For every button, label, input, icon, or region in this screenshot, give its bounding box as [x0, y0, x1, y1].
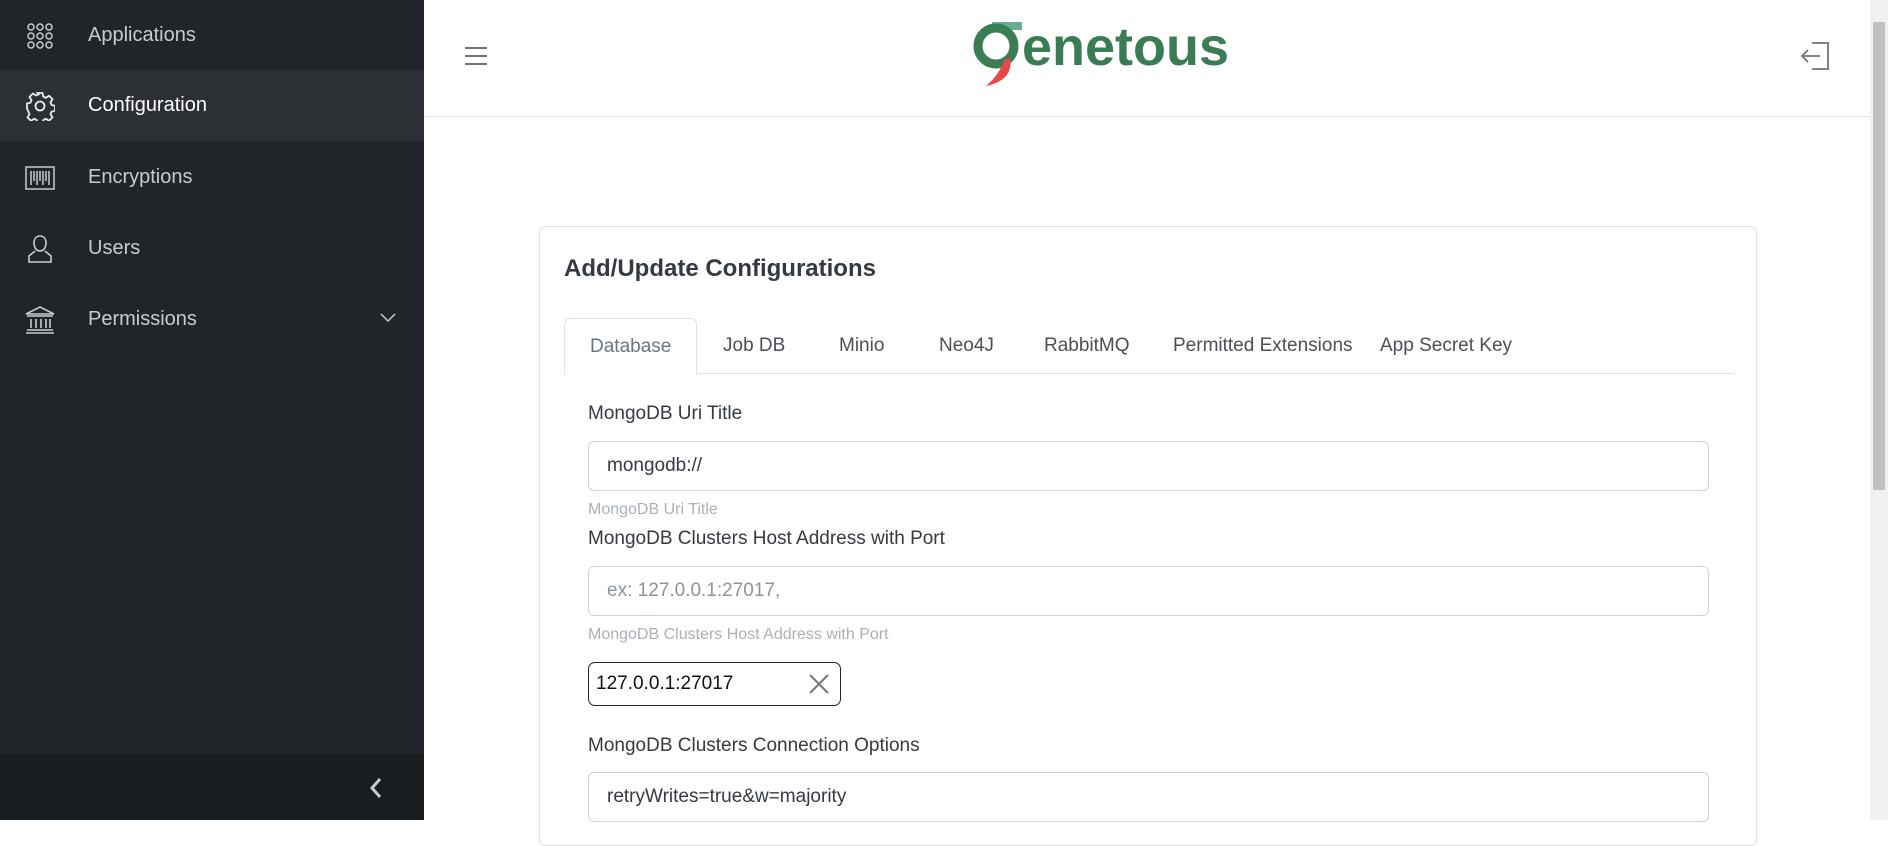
- tab-app-secret-key[interactable]: App Secret Key: [1355, 318, 1537, 374]
- host-chip-label: 127.0.0.1:27017: [596, 673, 734, 694]
- grid-icon: [27, 23, 53, 49]
- scrollbar-thumb[interactable]: [1873, 22, 1885, 490]
- sidebar-item-label: Users: [88, 237, 141, 259]
- barcode-icon: [25, 166, 55, 190]
- svg-text:enetous: enetous: [1022, 18, 1229, 77]
- gear-icon: [26, 92, 55, 121]
- bank-icon: [25, 306, 55, 334]
- user-icon: [28, 235, 52, 263]
- sidebar-item-label: Encryptions: [88, 166, 193, 188]
- card-title: Add/Update Configurations: [564, 255, 876, 282]
- sidebar-collapse-button[interactable]: [0, 754, 424, 820]
- sidebar: Applications Configuration Encryptions U…: [0, 0, 424, 820]
- sidebar-item-label: Applications: [88, 24, 196, 46]
- host-address-input[interactable]: ex: 127.0.0.1:27017,: [588, 566, 1709, 616]
- sidebar-item-configuration[interactable]: Configuration: [0, 70, 424, 141]
- hamburger-menu-icon[interactable]: [464, 46, 488, 66]
- host-chip: 127.0.0.1:27017: [588, 662, 841, 706]
- tab-rabbitmq[interactable]: RabbitMQ: [1019, 318, 1155, 374]
- chevron-left-icon: [369, 778, 382, 798]
- sidebar-item-encryptions[interactable]: Encryptions: [0, 142, 424, 213]
- tab-neo4j[interactable]: Neo4J: [914, 318, 1019, 374]
- mongodb-uri-label: MongoDB Uri Title: [588, 403, 743, 424]
- sidebar-item-label: Configuration: [88, 94, 207, 116]
- sidebar-item-applications[interactable]: Applications: [0, 0, 424, 71]
- sidebar-item-label: Permissions: [88, 308, 197, 330]
- mongodb-uri-input[interactable]: mongodb://: [588, 441, 1709, 491]
- tab-database[interactable]: Database: [564, 318, 698, 375]
- chevron-down-icon[interactable]: [380, 310, 396, 326]
- host-address-help: MongoDB Clusters Host Address with Port: [588, 626, 889, 643]
- sidebar-item-users[interactable]: Users: [0, 213, 424, 284]
- close-icon[interactable]: [808, 673, 830, 695]
- tab-permitted-extensions[interactable]: Permitted Extensions: [1148, 318, 1378, 374]
- tab-job-db[interactable]: Job DB: [698, 318, 810, 374]
- configuration-card: Add/Update Configurations Database Job D…: [539, 226, 1757, 846]
- host-address-label: MongoDB Clusters Host Address with Port: [588, 528, 945, 549]
- tab-minio[interactable]: Minio: [814, 318, 909, 374]
- tab-bar: Database Job DB Minio Neo4J RabbitMQ Per…: [564, 318, 1734, 375]
- connection-options-input[interactable]: retryWrites=true&w=majority: [588, 772, 1709, 822]
- sidebar-item-permissions[interactable]: Permissions: [0, 284, 424, 355]
- scrollbar[interactable]: [1870, 0, 1888, 820]
- header: enetous: [424, 0, 1870, 117]
- mongodb-uri-help: MongoDB Uri Title: [588, 501, 718, 518]
- genetous-logo: enetous: [973, 18, 1229, 86]
- logout-icon[interactable]: [1800, 42, 1830, 70]
- connection-options-label: MongoDB Clusters Connection Options: [588, 735, 920, 756]
